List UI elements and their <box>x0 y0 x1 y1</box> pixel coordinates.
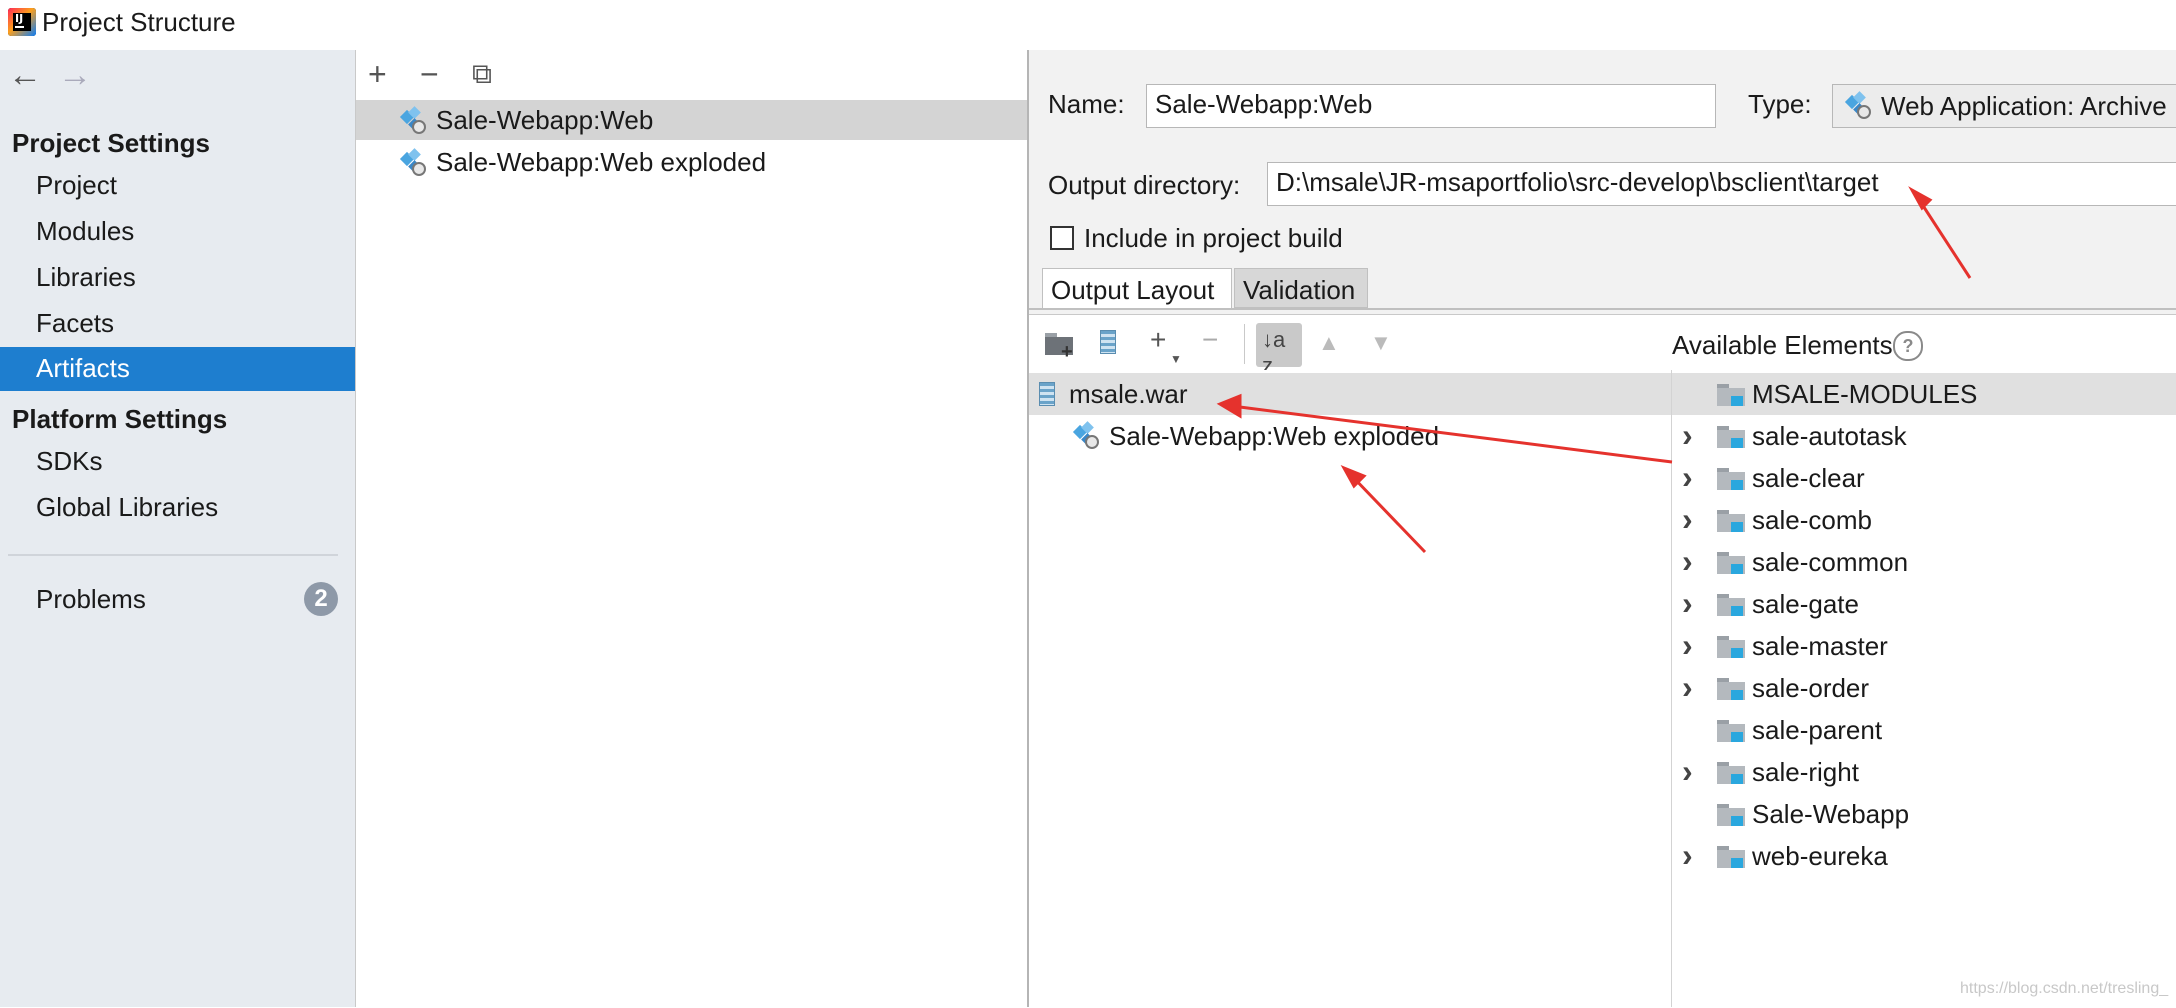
annotation-arrow-output-dir <box>1916 197 1972 279</box>
annotation-arrowhead <box>1908 186 1933 211</box>
annotation-arrows <box>1216 186 1972 554</box>
annotation-arrowhead <box>1216 393 1242 419</box>
annotation-arrow-exploded <box>1348 472 1427 554</box>
watermark: https://blog.csdn.net/tresling_ <box>1960 980 2169 997</box>
annotation-arrow-msale-war <box>1231 404 1673 464</box>
